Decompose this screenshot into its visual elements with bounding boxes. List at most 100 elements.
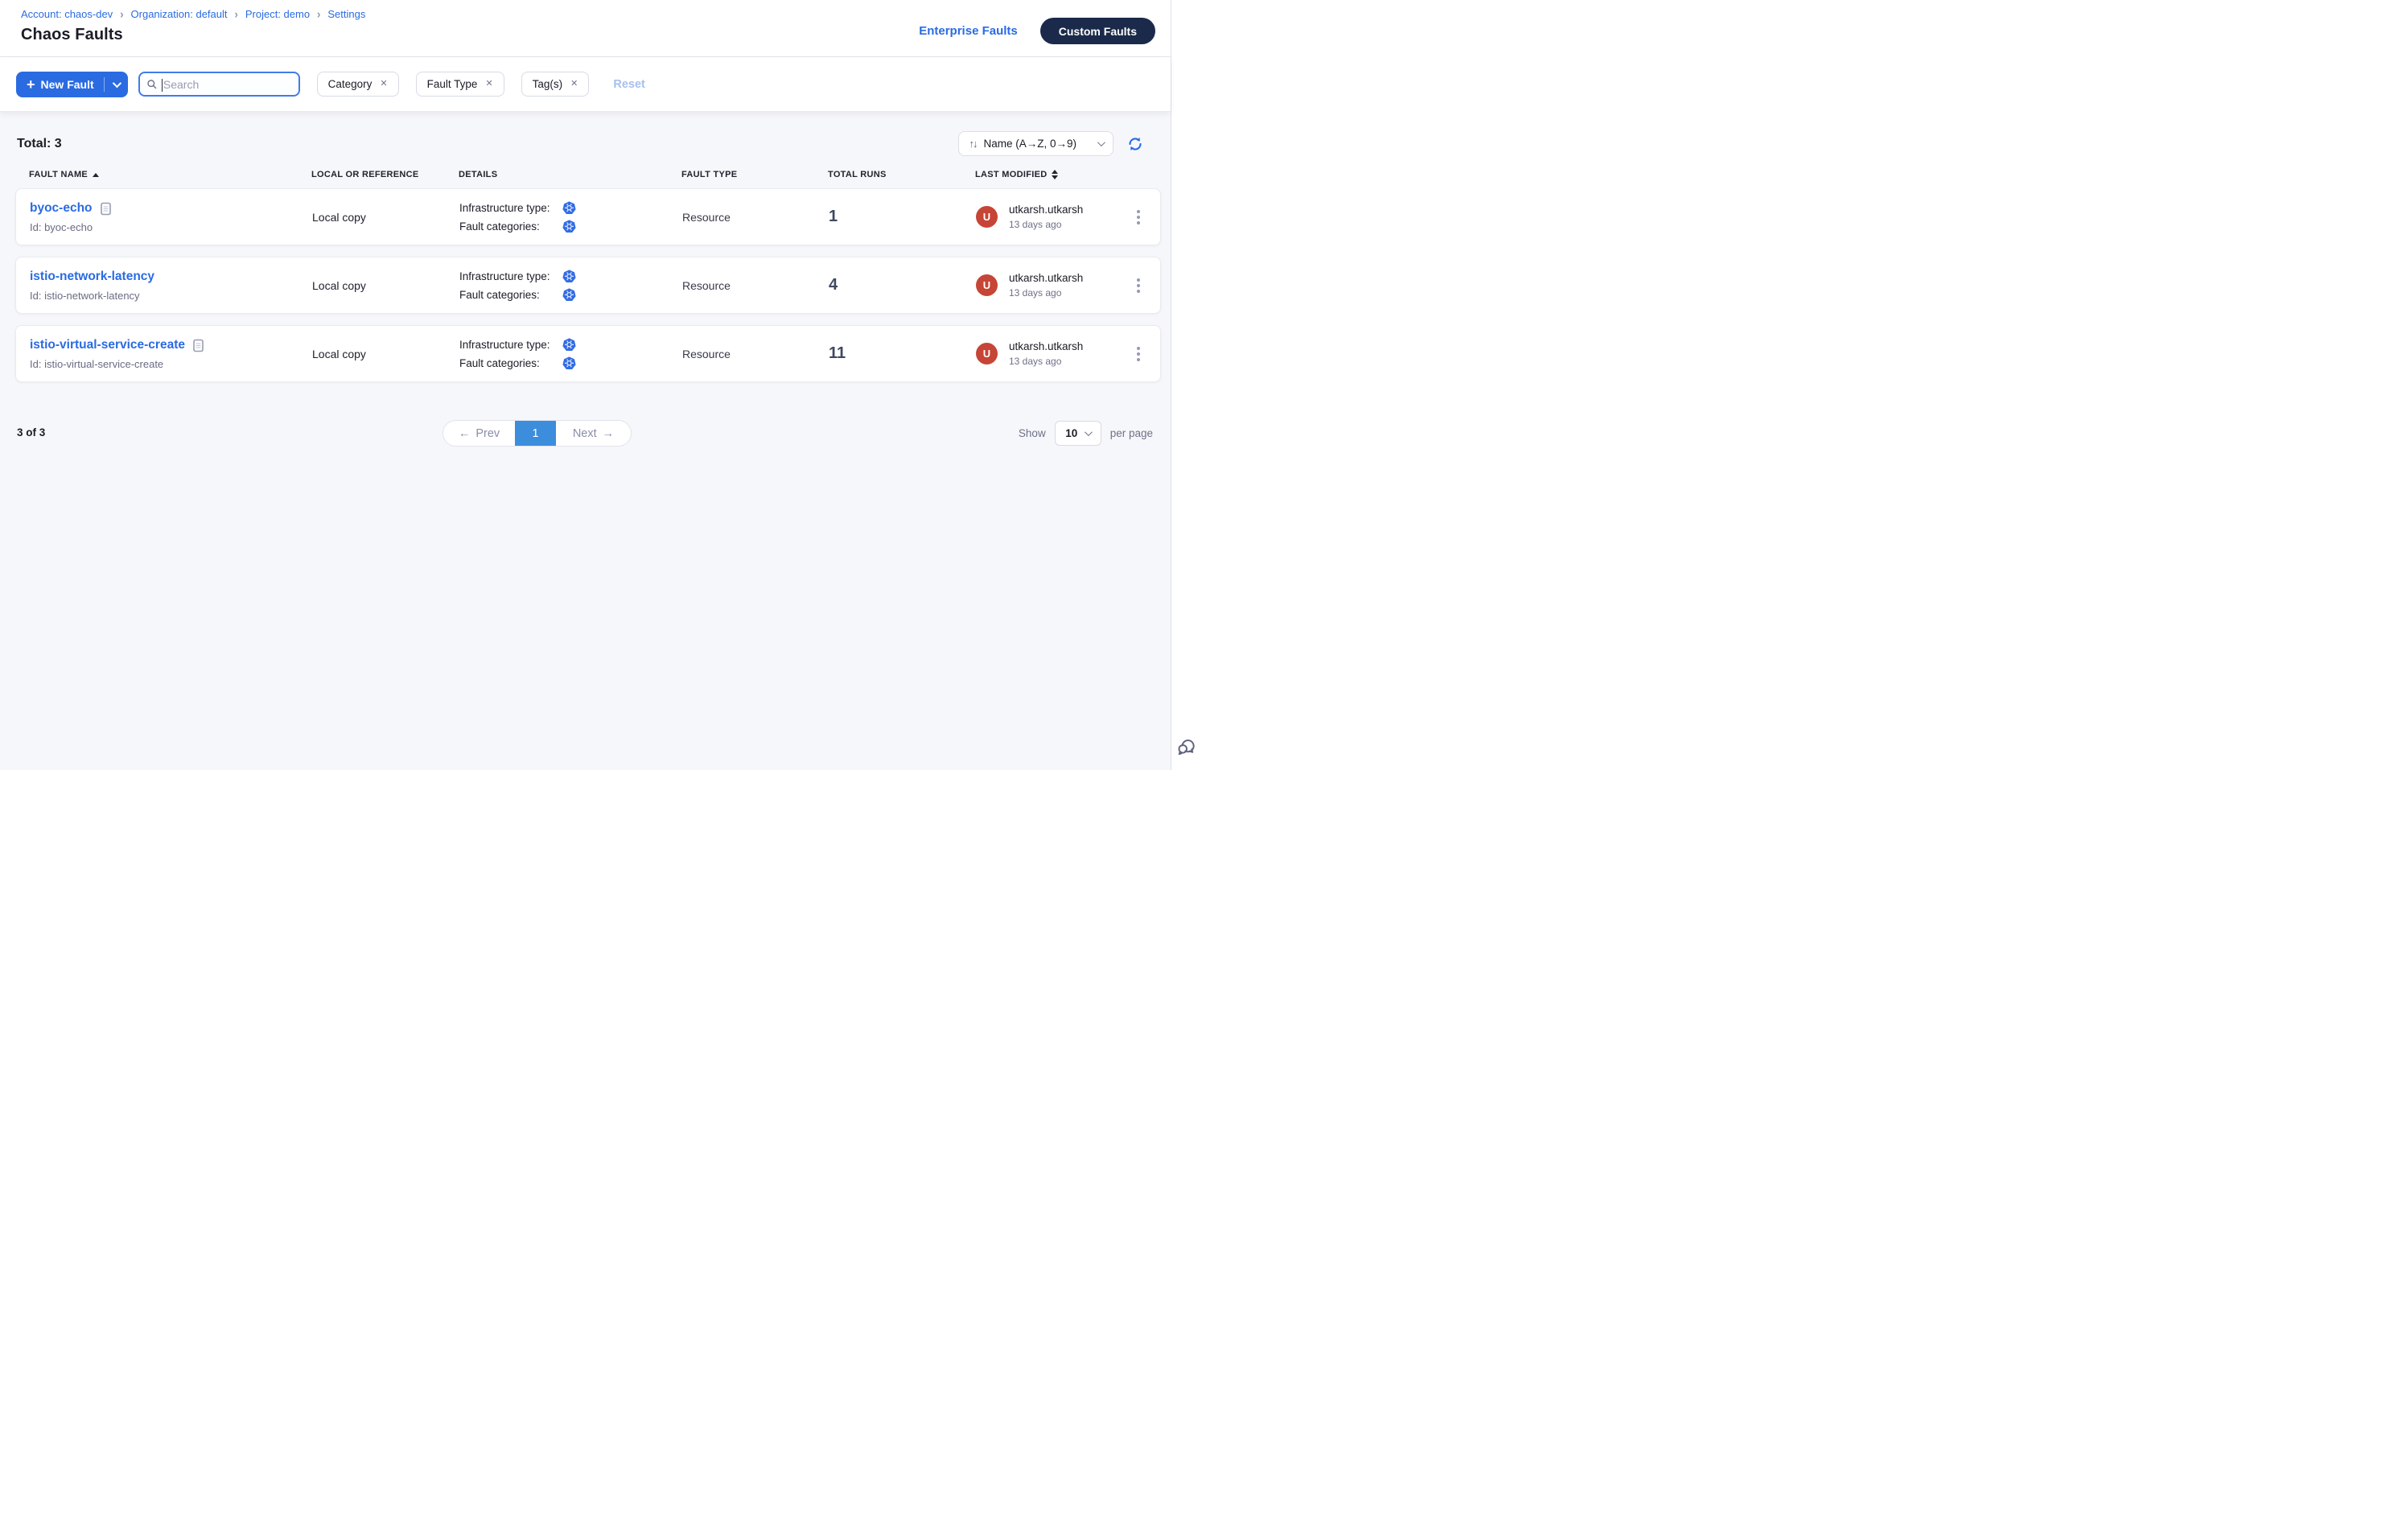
filter-chip-label: Tag(s) (533, 78, 563, 90)
breadcrumb-separator: › (120, 7, 123, 21)
breadcrumb-settings[interactable]: Settings (327, 8, 365, 20)
main-content: Account: chaos-dev › Organization: defau… (0, 0, 1171, 770)
chat-bubbles-icon[interactable] (1176, 736, 1197, 757)
fault-name-link[interactable]: istio-virtual-service-create (30, 338, 185, 352)
fault-name-cell: istio-virtual-service-create Id: istio-v… (30, 338, 312, 370)
filter-chip-fault-type[interactable]: Fault Type ✕ (416, 72, 504, 97)
breadcrumb-project[interactable]: Project: demo (245, 8, 310, 20)
column-header-label: FAULT TYPE (681, 170, 737, 179)
table-row[interactable]: istio-virtual-service-create Id: istio-v… (15, 325, 1161, 382)
kubernetes-icon (562, 270, 576, 283)
breadcrumb-separator: › (235, 7, 238, 21)
breadcrumb-organization[interactable]: Organization: default (131, 8, 228, 20)
header-actions: Enterprise Faults Custom Faults (919, 18, 1155, 44)
column-header-fault-name[interactable]: FAULT NAME (29, 170, 311, 179)
local-or-reference-value: Local copy (312, 211, 459, 224)
list-body: Total: 3 ↑↓ Name (A→Z, 0→9) (0, 112, 1171, 770)
close-icon[interactable]: ✕ (485, 80, 492, 89)
avatar: U (976, 343, 998, 364)
right-rail (1171, 0, 1202, 770)
infrastructure-type-label: Infrastructure type: (459, 270, 562, 282)
table-row[interactable]: istio-network-latency Id: istio-network-… (15, 257, 1161, 314)
current-page-button[interactable]: 1 (515, 421, 556, 446)
kebab-menu-button[interactable] (1132, 342, 1145, 366)
row-actions-cell (1129, 205, 1162, 229)
fault-id: Id: byoc-echo (30, 221, 312, 233)
arrow-left-icon: ← (459, 427, 471, 440)
last-modified-cell: U utkarsh.utkarsh 13 days ago (976, 204, 1129, 230)
filter-chip-category[interactable]: Category ✕ (317, 72, 399, 97)
modified-time: 13 days ago (1009, 219, 1083, 230)
chevron-down-icon (1085, 428, 1093, 436)
modified-by: utkarsh.utkarsh (1009, 204, 1083, 216)
kubernetes-icon (562, 338, 576, 352)
fault-id: Id: istio-network-latency (30, 290, 312, 302)
refresh-icon[interactable] (1127, 136, 1143, 152)
prev-label: Prev (475, 427, 500, 440)
page-size-select[interactable]: 10 (1055, 421, 1101, 446)
modified-time: 13 days ago (1009, 356, 1083, 367)
breadcrumb-account[interactable]: Account: chaos-dev (21, 8, 113, 20)
button-divider (104, 77, 105, 92)
list-meta-row: Total: 3 ↑↓ Name (A→Z, 0→9) (17, 131, 1143, 156)
column-header-last-modified[interactable]: LAST MODIFIED (975, 170, 1128, 179)
fault-categories-label: Fault categories: (459, 289, 562, 301)
fault-name-cell: istio-network-latency Id: istio-network-… (30, 270, 312, 302)
modified-by: utkarsh.utkarsh (1009, 340, 1083, 352)
close-icon[interactable]: ✕ (380, 80, 387, 89)
last-modified-cell: U utkarsh.utkarsh 13 days ago (976, 340, 1129, 367)
sort-select[interactable]: ↑↓ Name (A→Z, 0→9) (958, 131, 1113, 156)
text-caret (162, 79, 163, 92)
prev-page-button[interactable]: ← Prev (443, 421, 515, 446)
close-icon[interactable]: ✕ (570, 80, 578, 89)
column-header-details: DETAILS (459, 170, 681, 179)
kubernetes-icon (562, 201, 576, 215)
triangle-up-down-icon (1052, 170, 1058, 179)
fault-name-link[interactable]: byoc-echo (30, 201, 93, 216)
next-page-button[interactable]: Next → (556, 421, 631, 446)
fault-name-link[interactable]: istio-network-latency (30, 270, 154, 284)
copy-icon[interactable] (193, 339, 204, 352)
fault-categories-label: Fault categories: (459, 357, 562, 369)
fault-type-value: Resource (682, 279, 829, 292)
arrow-right-icon: → (603, 427, 615, 440)
filter-chip-tags[interactable]: Tag(s) ✕ (521, 72, 590, 97)
fault-id: Id: istio-virtual-service-create (30, 358, 312, 370)
column-header-total-runs: TOTAL RUNS (828, 170, 975, 179)
table-row[interactable]: byoc-echo Id: byoc-echo Local copy Infra… (15, 188, 1161, 245)
kubernetes-icon (562, 288, 576, 302)
new-fault-dropdown-toggle[interactable] (113, 78, 119, 90)
search-input[interactable] (163, 78, 292, 91)
breadcrumb-separator: › (317, 7, 320, 21)
custom-faults-button[interactable]: Custom Faults (1040, 18, 1155, 44)
fault-name-cell: byoc-echo Id: byoc-echo (30, 201, 312, 233)
page-size-group: Show 10 per page (1019, 421, 1153, 446)
kebab-menu-button[interactable] (1132, 274, 1145, 298)
pagination-range: 3 of 3 (17, 426, 45, 439)
infrastructure-type-label: Infrastructure type: (459, 339, 562, 351)
total-runs-value: 11 (829, 344, 976, 363)
enterprise-faults-link[interactable]: Enterprise Faults (919, 24, 1018, 38)
copy-icon[interactable] (101, 202, 111, 216)
column-header-label: DETAILS (459, 170, 497, 179)
chevron-down-icon (1097, 138, 1105, 146)
chaos-faults-page: Account: chaos-dev › Organization: defau… (0, 0, 1202, 770)
page-size-value: 10 (1065, 427, 1077, 439)
row-actions-cell (1129, 274, 1162, 298)
reset-filters-button[interactable]: Reset (613, 78, 645, 91)
column-header-label: FAULT NAME (29, 170, 88, 179)
table-header: FAULT NAME LOCAL OR REFERENCE DETAILS FA… (15, 170, 1161, 179)
table-rows: byoc-echo Id: byoc-echo Local copy Infra… (0, 188, 1171, 382)
filter-chips: Category ✕ Fault Type ✕ Tag(s) ✕ (317, 72, 590, 97)
search-box (138, 72, 300, 97)
fault-categories-label: Fault categories: (459, 220, 562, 233)
column-header-label: LOCAL OR REFERENCE (311, 170, 419, 179)
total-runs-value: 4 (829, 276, 976, 294)
column-header-label: TOTAL RUNS (828, 170, 887, 179)
kebab-menu-button[interactable] (1132, 205, 1145, 229)
new-fault-button[interactable]: + New Fault (16, 72, 128, 97)
modified-time: 13 days ago (1009, 287, 1083, 299)
total-count: Total: 3 (17, 137, 62, 151)
last-modified-cell: U utkarsh.utkarsh 13 days ago (976, 272, 1129, 299)
chevron-down-icon (112, 79, 121, 88)
